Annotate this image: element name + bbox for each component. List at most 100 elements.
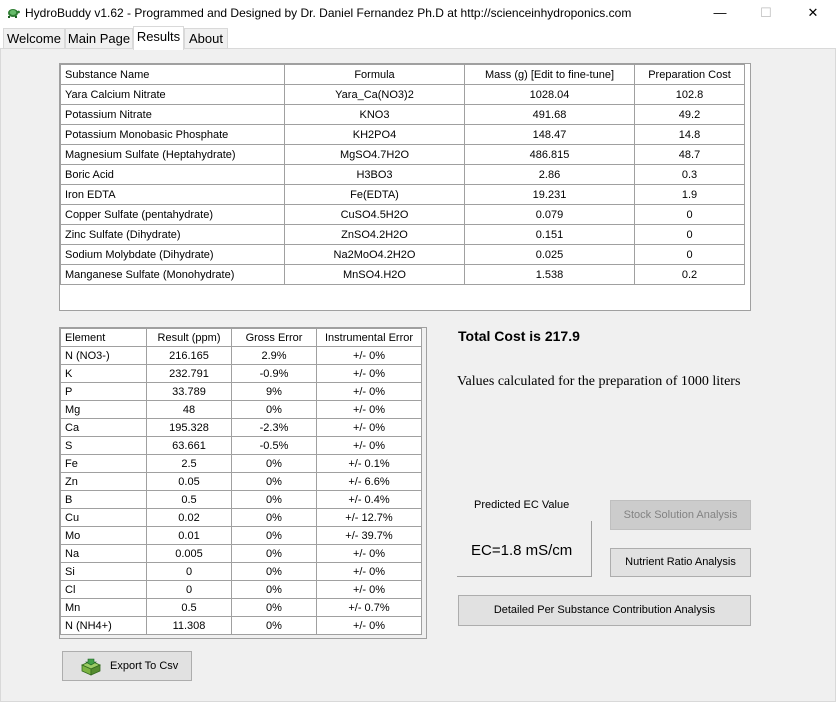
table-cell[interactable]: +/- 0% (316, 418, 422, 437)
table-cell[interactable]: 0% (231, 526, 317, 545)
table-cell[interactable]: 63.661 (146, 436, 232, 455)
table-cell[interactable]: Yara Calcium Nitrate (60, 84, 285, 105)
table-cell[interactable]: -0.5% (231, 436, 317, 455)
table-row[interactable]: Cl 0 0% +/- 0% (60, 580, 422, 599)
table-cell[interactable]: Magnesium Sulfate (Heptahydrate) (60, 144, 285, 165)
table-cell[interactable]: 216.165 (146, 346, 232, 365)
table-row[interactable]: P 33.789 9% +/- 0% (60, 382, 422, 401)
table-cell[interactable]: +/- 0% (316, 562, 422, 581)
table-row[interactable]: Iron EDTA Fe(EDTA) 19.231 1.9 (60, 184, 745, 205)
table-cell[interactable]: +/- 6.6% (316, 472, 422, 491)
table-cell[interactable]: Fe (60, 454, 147, 473)
table-cell[interactable]: Potassium Monobasic Phosphate (60, 124, 285, 145)
table-row[interactable]: Zn 0.05 0% +/- 6.6% (60, 472, 422, 491)
table-cell[interactable]: +/- 0.1% (316, 454, 422, 473)
table-cell[interactable]: 2.9% (231, 346, 317, 365)
table-cell[interactable]: 1.538 (464, 264, 635, 285)
table-cell[interactable]: +/- 0.7% (316, 598, 422, 617)
table-row[interactable]: Potassium Monobasic Phosphate KH2PO4 148.4… (60, 124, 745, 145)
column-header[interactable]: Preparation Cost (634, 64, 745, 85)
table-cell[interactable]: -2.3% (231, 418, 317, 437)
table-cell[interactable]: 2.86 (464, 164, 635, 185)
table-row[interactable]: Manganese Sulfate (Monohydrate) MnSO4.H2O… (60, 264, 745, 285)
table-cell[interactable]: +/- 0% (316, 346, 422, 365)
table-cell[interactable]: S (60, 436, 147, 455)
table-cell[interactable]: +/- 0% (316, 616, 422, 635)
table-cell[interactable]: 0% (231, 544, 317, 563)
table-row[interactable]: Cu 0.02 0% +/- 12.7% (60, 508, 422, 527)
table-cell[interactable]: 195.328 (146, 418, 232, 437)
table-cell[interactable]: 0% (231, 598, 317, 617)
table-cell[interactable]: 0.5 (146, 598, 232, 617)
table-cell[interactable]: 9% (231, 382, 317, 401)
table-cell[interactable]: Mn (60, 598, 147, 617)
table-cell[interactable]: N (NH4+) (60, 616, 147, 635)
table-row[interactable]: Si 0 0% +/- 0% (60, 562, 422, 581)
table-cell[interactable]: K (60, 364, 147, 383)
table-cell[interactable]: 2.5 (146, 454, 232, 473)
table-cell[interactable]: Cu (60, 508, 147, 527)
table-cell[interactable]: 0% (231, 580, 317, 599)
table-cell[interactable]: H3BO3 (284, 164, 465, 185)
table-cell[interactable]: +/- 39.7% (316, 526, 422, 545)
column-header[interactable]: Element (60, 328, 147, 347)
table-cell[interactable]: -0.9% (231, 364, 317, 383)
table-cell[interactable]: 232.791 (146, 364, 232, 383)
maximize-button[interactable]: ☐ (743, 0, 789, 27)
tab-welcome[interactable]: Welcome (3, 28, 65, 49)
table-cell[interactable]: Yara_Ca(NO3)2 (284, 84, 465, 105)
table-cell[interactable]: Potassium Nitrate (60, 104, 285, 125)
elements-grid[interactable]: Element Result (ppm) Gross Error Instrument… (59, 327, 427, 639)
table-row[interactable]: Yara Calcium Nitrate Yara_Ca(NO3)2 1028.04… (60, 84, 745, 105)
table-cell[interactable]: ZnSO4.2H2O (284, 224, 465, 245)
table-cell[interactable]: 1028.04 (464, 84, 635, 105)
table-cell[interactable]: Zn (60, 472, 147, 491)
table-row[interactable]: K 232.791 -0.9% +/- 0% (60, 364, 422, 383)
table-cell[interactable]: MnSO4.H2O (284, 264, 465, 285)
table-cell[interactable]: +/- 0% (316, 544, 422, 563)
table-cell[interactable]: 491.68 (464, 104, 635, 125)
table-cell[interactable]: Si (60, 562, 147, 581)
table-cell[interactable]: Zinc Sulfate (Dihydrate) (60, 224, 285, 245)
table-cell[interactable]: 0 (634, 204, 745, 225)
column-header[interactable]: Instrumental Error (316, 328, 422, 347)
table-row[interactable]: Copper Sulfate (pentahydrate) CuSO4.5H2O 0… (60, 204, 745, 225)
table-cell[interactable]: +/- 12.7% (316, 508, 422, 527)
table-cell[interactable]: 0 (146, 562, 232, 581)
table-cell[interactable]: B (60, 490, 147, 509)
table-cell[interactable]: 0.02 (146, 508, 232, 527)
column-header[interactable]: Mass (g) [Edit to fine-tune] (464, 64, 635, 85)
table-cell[interactable]: Ca (60, 418, 147, 437)
table-cell[interactable]: Na (60, 544, 147, 563)
table-row[interactable]: N (NO3-) 216.165 2.9% +/- 0% (60, 346, 422, 365)
table-cell[interactable]: +/- 0% (316, 580, 422, 599)
table-cell[interactable]: +/- 0% (316, 400, 422, 419)
column-header[interactable]: Gross Error (231, 328, 317, 347)
table-cell[interactable]: CuSO4.5H2O (284, 204, 465, 225)
table-cell[interactable]: 0.2 (634, 264, 745, 285)
table-cell[interactable]: +/- 0% (316, 436, 422, 455)
table-cell[interactable]: 0 (634, 224, 745, 245)
nutrient-ratio-analysis-button[interactable]: Nutrient Ratio Analysis (610, 548, 751, 577)
table-cell[interactable]: 0.3 (634, 164, 745, 185)
table-cell[interactable]: 0.151 (464, 224, 635, 245)
column-header[interactable]: Substance Name (60, 64, 285, 85)
table-cell[interactable]: 0% (231, 508, 317, 527)
table-row[interactable]: Na 0.005 0% +/- 0% (60, 544, 422, 563)
tab-about[interactable]: About (184, 28, 228, 49)
table-cell[interactable]: 0% (231, 454, 317, 473)
table-cell[interactable]: Copper Sulfate (pentahydrate) (60, 204, 285, 225)
table-cell[interactable]: 0% (231, 400, 317, 419)
export-csv-button[interactable]: Export To Csv (62, 651, 192, 681)
minimize-button[interactable]: — (697, 0, 743, 27)
table-cell[interactable]: 0% (231, 490, 317, 509)
tab-main-page[interactable]: Main Page (65, 28, 133, 49)
table-row[interactable]: S 63.661 -0.5% +/- 0% (60, 436, 422, 455)
table-cell[interactable]: Boric Acid (60, 164, 285, 185)
table-cell[interactable]: Cl (60, 580, 147, 599)
table-cell[interactable]: 0.01 (146, 526, 232, 545)
table-cell[interactable]: 148.47 (464, 124, 635, 145)
table-row[interactable]: Boric Acid H3BO3 2.86 0.3 (60, 164, 745, 185)
table-cell[interactable]: 48.7 (634, 144, 745, 165)
table-cell[interactable]: 0.025 (464, 244, 635, 265)
